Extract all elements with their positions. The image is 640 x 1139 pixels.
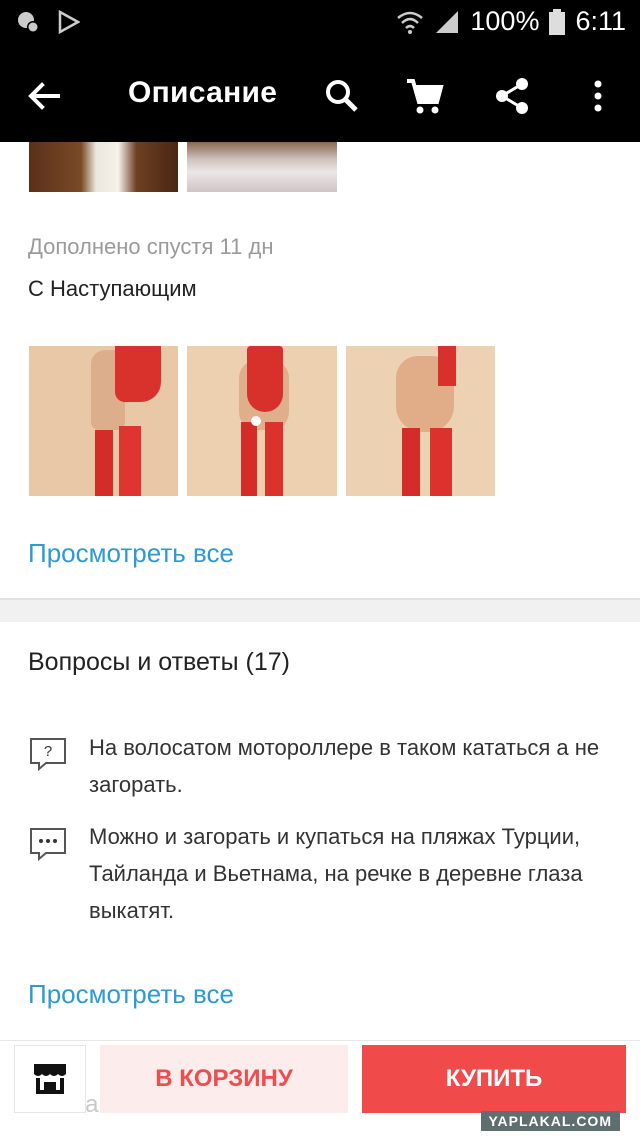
review-photo[interactable] <box>29 142 178 192</box>
bottom-action-bar: Описа В КОРЗИНУ КУПИТЬ YAPLAKAL.COM <box>0 1040 640 1139</box>
qa-title: Вопросы и ответы (17) <box>28 648 290 676</box>
question-text: На волосатом мотороллере в таком кататьс… <box>89 735 600 797</box>
signal-icon <box>436 10 459 33</box>
answer-text: Можно и загорать и купаться на пляжах Ту… <box>89 824 583 923</box>
added-note: Дополнено спустя 11 дн <box>28 234 274 259</box>
review-photo[interactable] <box>187 346 337 496</box>
page-title: Описание <box>128 76 278 109</box>
store-button[interactable] <box>14 1045 86 1113</box>
clock: 6:11 <box>575 6 626 36</box>
review-comment: С Наступающим <box>28 276 197 301</box>
battery-icon <box>549 8 566 35</box>
back-arrow-icon[interactable] <box>24 76 64 116</box>
app-bar: Описание <box>0 46 640 142</box>
add-to-cart-button[interactable]: В КОРЗИНУ <box>100 1045 348 1113</box>
buy-button[interactable]: КУПИТЬ <box>362 1045 626 1113</box>
review-photo[interactable] <box>187 142 337 192</box>
store-icon <box>34 1064 66 1094</box>
cart-icon[interactable] <box>404 76 444 116</box>
play-store-icon <box>58 10 80 34</box>
view-all-photos-link[interactable]: Просмотреть все <box>28 538 234 569</box>
question-bubble-icon: ? <box>30 738 66 772</box>
view-all-qa-link[interactable]: Просмотреть все <box>28 979 234 1010</box>
section-divider <box>0 598 640 622</box>
more-options-icon[interactable] <box>578 76 618 116</box>
review-photo[interactable] <box>346 346 495 496</box>
svg-text:?: ? <box>44 743 52 760</box>
wifi-icon <box>397 11 424 34</box>
search-icon[interactable] <box>322 76 362 116</box>
notification-icon <box>18 12 39 33</box>
watermark: YAPLAKAL.COM <box>480 1111 620 1131</box>
review-photo[interactable] <box>29 346 178 496</box>
share-icon[interactable] <box>492 76 532 116</box>
battery-percent: 100% <box>470 6 540 36</box>
answer-bubble-icon <box>30 828 66 862</box>
status-bar: 100% 6:11 <box>0 0 640 46</box>
